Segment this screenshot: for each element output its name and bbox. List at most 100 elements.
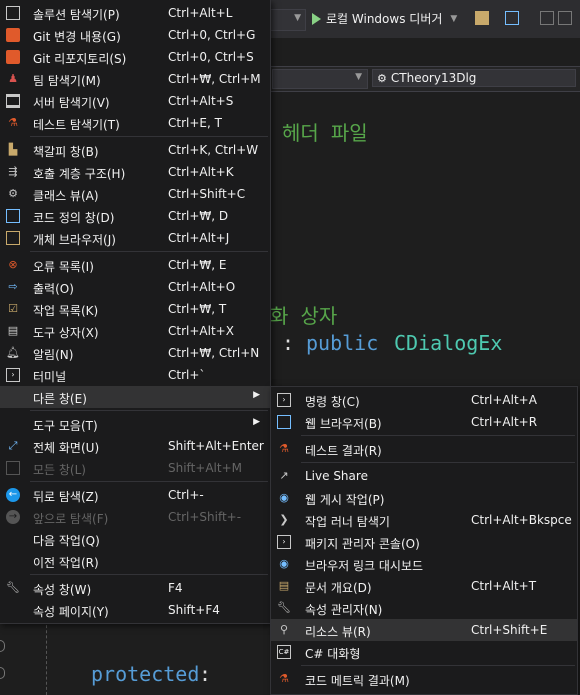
browser-link-icon: ◉	[279, 557, 289, 570]
menu-item-navigate-forward[interactable]: → 앞으로 탐색(F) Ctrl+Shift+-	[0, 506, 270, 528]
test-explorer-icon: ⚗	[8, 116, 18, 129]
menu-item-test-explorer[interactable]: ⚗ 테스트 탐색기(T) Ctrl+E, T	[0, 112, 270, 134]
menu-item-shortcut: Ctrl+Alt+O	[168, 280, 236, 294]
start-debugger-button[interactable]: 로컬 Windows 디버거 ▼	[312, 10, 457, 27]
menu-item-shortcut: Ctrl+Alt+R	[471, 415, 538, 429]
menu-item-shortcut: Ctrl+Alt+X	[168, 324, 234, 338]
menu-item-notifications[interactable]: 🔔︎ 알림(N) Ctrl+₩, Ctrl+N	[0, 342, 270, 364]
menu-item-error-list[interactable]: ⊗ 오류 목록(I) Ctrl+₩, E	[0, 254, 270, 276]
menu-item-label: 모든 창(L)	[33, 463, 86, 477]
menu-item-label: C# 대화형	[305, 647, 361, 661]
menu-item-shortcut: Ctrl+E, T	[168, 116, 222, 130]
submenu-item-test-results[interactable]: ⚗ 테스트 결과(R)	[271, 438, 577, 460]
menu-item-label: 작업 러너 탐색기	[305, 515, 390, 529]
menu-item-shortcut: Shift+Alt+M	[168, 461, 242, 475]
menu-item-git-repository[interactable]: Git 리포지토리(S) Ctrl+0, Ctrl+S	[0, 46, 270, 68]
code-base-class: CDialogEx	[394, 331, 503, 355]
menu-item-class-view[interactable]: ⚙ 클래스 뷰(A) Ctrl+Shift+C	[0, 183, 270, 205]
task-list-icon: ☑	[8, 302, 18, 315]
menu-item-bookmark[interactable]: ▙ 책갈피 창(B) Ctrl+K, Ctrl+W	[0, 139, 270, 161]
test-results-icon: ⚗	[279, 442, 289, 455]
menu-item-label: 서버 탐색기(V)	[33, 96, 110, 110]
menu-item-shortcut: Ctrl+Alt+Bkspce	[471, 513, 572, 527]
submenu-item-web-browser[interactable]: 웹 브라우저(B) Ctrl+Alt+R	[271, 411, 577, 433]
menu-item-toolbox[interactable]: ▤ 도구 상자(X) Ctrl+Alt+X	[0, 320, 270, 342]
menu-item-next-task[interactable]: 다음 작업(Q)	[0, 528, 270, 550]
menu-item-label: 코드 정의 창(D)	[33, 211, 115, 225]
menu-item-shortcut: Ctrl+Alt+J	[168, 231, 230, 245]
csharp-interactive-icon: C#	[277, 645, 291, 659]
menu-item-toolbars[interactable]: 도구 모음(T) ▶	[0, 413, 270, 435]
output-icon: ⇨	[8, 280, 18, 293]
menu-item-other-windows[interactable]: 다른 창(E) ▶	[0, 386, 270, 408]
menu-item-property-pages[interactable]: 속성 페이지(Y) Shift+F4	[0, 599, 270, 621]
class-dropdown[interactable]: ⚙ CTheory13Dlg	[372, 69, 576, 87]
menu-item-navigate-back[interactable]: ← 뒤로 탐색(Z) Ctrl+-	[0, 484, 270, 506]
fullscreen-icon: ⤢	[8, 439, 18, 452]
menu-item-call-hierarchy[interactable]: ⇶ 호출 계층 구조(H) Ctrl+Alt+K	[0, 161, 270, 183]
git-changes-icon	[6, 28, 20, 42]
toolbar-action-icon[interactable]	[558, 11, 572, 25]
menu-item-label: 코드 메트릭 결과(M)	[305, 674, 410, 688]
code-colon: :	[282, 331, 295, 355]
view-menu: 솔루션 탐색기(P) Ctrl+Alt+L Git 변경 내용(G) Ctrl+…	[0, 0, 271, 624]
menu-item-previous-task[interactable]: 이전 작업(R)	[0, 550, 270, 572]
call-hierarchy-icon: ⇶	[8, 165, 18, 178]
menu-item-shortcut: Shift+F4	[168, 603, 220, 617]
menu-item-git-changes[interactable]: Git 변경 내용(G) Ctrl+0, Ctrl+G	[0, 24, 270, 46]
outline-marker	[0, 667, 5, 679]
menu-item-terminal[interactable]: › 터미널 Ctrl+`	[0, 364, 270, 386]
menu-item-label: 작업 목록(K)	[33, 304, 99, 318]
menu-item-label: 속성 창(W)	[33, 583, 92, 597]
web-publish-icon: ◉	[279, 491, 289, 504]
browser-icon[interactable]	[505, 11, 519, 25]
menu-item-label: 속성 페이지(Y)	[33, 605, 109, 619]
submenu-item-browser-link[interactable]: ◉ 브라우저 링크 대시보드	[271, 553, 577, 575]
menu-item-code-definition[interactable]: 코드 정의 창(D) Ctrl+₩, D	[0, 205, 270, 227]
code-metrics-icon: ⚗	[279, 672, 289, 685]
menu-item-shortcut: Ctrl+₩, D	[168, 209, 229, 223]
menu-separator	[301, 435, 575, 436]
solution-explorer-icon	[6, 6, 20, 20]
web-browser-icon	[277, 415, 291, 429]
menu-separator	[30, 481, 268, 482]
menu-item-label: 명령 창(C)	[305, 395, 360, 409]
team-explorer-icon: ♟	[8, 72, 18, 85]
toolbar-action-icon[interactable]	[475, 11, 489, 25]
menu-separator	[30, 410, 268, 411]
submenu-item-property-manager[interactable]: 🔧︎ 속성 관리자(N)	[271, 597, 577, 619]
scope-dropdown[interactable]: ▼	[272, 69, 368, 89]
submenu-item-document-outline[interactable]: ▤ 문서 개요(D) Ctrl+Alt+T	[271, 575, 577, 597]
menu-item-properties-window[interactable]: 🔧︎ 속성 창(W) F4	[0, 577, 270, 599]
submenu-item-live-share[interactable]: ↗ Live Share	[271, 465, 577, 487]
configuration-dropdown[interactable]: ▼	[268, 9, 306, 31]
submenu-item-code-metrics[interactable]: ⚗ 코드 메트릭 결과(M)	[271, 668, 577, 690]
menu-item-solution-explorer[interactable]: 솔루션 탐색기(P) Ctrl+Alt+L	[0, 2, 270, 24]
toolbar-action-icon[interactable]	[540, 11, 554, 25]
menu-item-shortcut: Ctrl+₩, Ctrl+M	[168, 72, 261, 86]
code-comment: 화 상자	[270, 304, 338, 328]
menu-item-team-explorer[interactable]: ♟ 팀 탐색기(M) Ctrl+₩, Ctrl+M	[0, 68, 270, 90]
git-repository-icon	[6, 50, 20, 64]
submenu-item-csharp-interactive[interactable]: C# C# 대화형	[271, 641, 577, 663]
notification-bell-icon: 🔔︎	[6, 346, 20, 359]
menu-item-object-browser[interactable]: 개체 브라우저(J) Ctrl+Alt+J	[0, 227, 270, 249]
outline-marker	[0, 640, 5, 652]
menu-item-server-explorer[interactable]: 서버 탐색기(V) Ctrl+Alt+S	[0, 90, 270, 112]
package-console-icon: ›	[277, 535, 291, 549]
submenu-item-web-publish[interactable]: ◉ 웹 게시 작업(P)	[271, 487, 577, 509]
command-window-icon: ›	[277, 393, 291, 407]
submenu-item-task-runner[interactable]: ❯ 작업 러너 탐색기 Ctrl+Alt+Bkspce	[271, 509, 577, 531]
menu-item-output[interactable]: ⇨ 출력(O) Ctrl+Alt+O	[0, 276, 270, 298]
submenu-item-command-window[interactable]: › 명령 창(C) Ctrl+Alt+A	[271, 389, 577, 411]
menu-item-task-list[interactable]: ☑ 작업 목록(K) Ctrl+₩, T	[0, 298, 270, 320]
code-keyword: public	[306, 331, 379, 355]
menu-item-all-windows[interactable]: 모든 창(L) Shift+Alt+M	[0, 457, 270, 479]
submenu-item-package-console[interactable]: › 패키지 관리자 콘솔(O)	[271, 531, 577, 553]
menu-item-shortcut: Ctrl+Alt+S	[168, 94, 234, 108]
menu-item-fullscreen[interactable]: ⤢ 전체 화면(U) Shift+Alt+Enter	[0, 435, 270, 457]
submenu-item-resource-view[interactable]: ⚲ 리소스 뷰(R) Ctrl+Shift+E	[271, 619, 577, 641]
menu-item-label: 오류 목록(I)	[33, 260, 94, 274]
menu-item-shortcut: Ctrl+₩, T	[168, 302, 227, 316]
menu-item-label: 브라우저 링크 대시보드	[305, 559, 424, 573]
